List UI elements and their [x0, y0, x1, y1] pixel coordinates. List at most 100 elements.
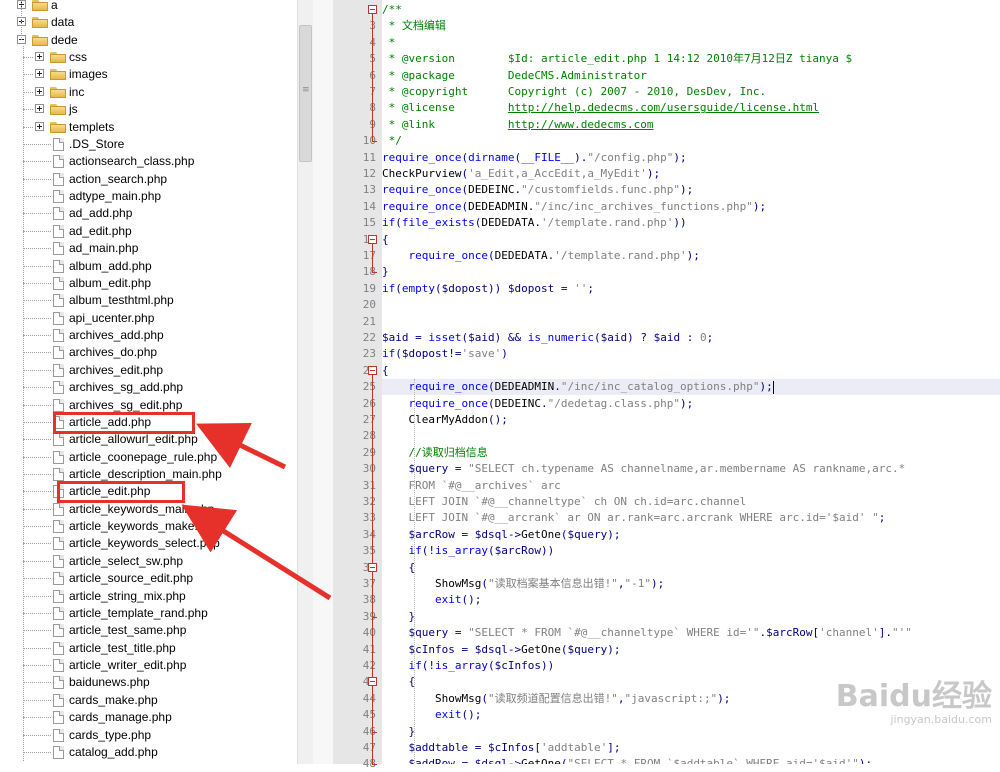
tree-scrollbar[interactable]: ≡: [297, 0, 313, 764]
code-line[interactable]: * @copyright Copyright (c) 2007 - 2010, …: [382, 84, 767, 100]
code-line[interactable]: {: [382, 363, 389, 379]
code-line[interactable]: $addRow = $dsql->GetOne("SELECT * FROM `…: [382, 756, 873, 764]
tree-folder-css[interactable]: css: [0, 49, 290, 66]
code-line[interactable]: $aid = isset($aid) && is_numeric($aid) ?…: [382, 330, 713, 346]
tree-item-data[interactable]: data: [0, 14, 290, 31]
code-line[interactable]: * @package DedeCMS.Administrator: [382, 68, 647, 84]
code-line[interactable]: ShowMsg("读取档案基本信息出错!","-1");: [382, 576, 664, 592]
code-line[interactable]: }: [382, 609, 415, 625]
tree-folder-templets[interactable]: templets: [0, 119, 290, 136]
tree-file-archives-sg-add-php[interactable]: archives_sg_add.php: [0, 379, 290, 396]
code-line[interactable]: if(empty($dopost)) $dopost = '';: [382, 281, 594, 297]
fold-toggle-icon[interactable]: [368, 5, 377, 14]
tree-file-article-keywords-main-php[interactable]: article_keywords_main.php: [0, 501, 290, 518]
tree-file-article-keywords-select-php[interactable]: article_keywords_select.php: [0, 535, 290, 552]
tree-file-article-test-same-php[interactable]: article_test_same.php: [0, 622, 290, 639]
code-line[interactable]: require_once(dirname(__FILE__)."/config.…: [382, 150, 687, 166]
code-line[interactable]: * 文档编辑: [382, 18, 446, 34]
tree-file-article-keywords-make-php[interactable]: article_keywords_make.php: [0, 518, 290, 535]
code-editor[interactable]: /** * 文档编辑 * * @version $Id: article_edi…: [382, 0, 1000, 764]
expand-icon[interactable]: [35, 69, 44, 79]
tree-file-article-writer-edit-php[interactable]: article_writer_edit.php: [0, 657, 290, 674]
code-line[interactable]: {: [382, 560, 415, 576]
expand-icon[interactable]: [35, 52, 44, 62]
tree-file-archives-sg-edit-php[interactable]: archives_sg_edit.php: [0, 397, 290, 414]
code-line[interactable]: * @license http://help.dedecms.com/users…: [382, 100, 820, 116]
tree-file-article-template-rand-php[interactable]: article_template_rand.php: [0, 605, 290, 622]
tree-file-archives-do-php[interactable]: archives_do.php: [0, 344, 290, 361]
code-line[interactable]: if(!is_array($arcRow)): [382, 543, 555, 559]
tree-item-dede[interactable]: dede: [0, 32, 290, 49]
code-line[interactable]: if(!is_array($cInfos)): [382, 658, 555, 674]
tree-file-api-ucenter-php[interactable]: api_ucenter.php: [0, 310, 290, 327]
code-line[interactable]: $addtable = $cInfos['addtable'];: [382, 740, 621, 756]
code-line[interactable]: FROM `#@__archives` arc: [382, 478, 560, 494]
file-tree[interactable]: a data dede css images inc js templets .DS_Store…: [0, 0, 297, 764]
tree-file-action-search-php[interactable]: action_search.php: [0, 171, 290, 188]
code-line[interactable]: LEFT JOIN `#@__channeltype` ch ON ch.id=…: [382, 494, 746, 510]
tree-file-catalog-add-php[interactable]: catalog_add.php: [0, 744, 290, 761]
fold-toggle-icon[interactable]: [368, 562, 377, 572]
code-line[interactable]: $query = "SELECT * FROM `#@__channeltype…: [382, 625, 912, 641]
code-line[interactable]: require_once(DEDEADMIN."/inc/inc_archive…: [382, 199, 766, 215]
tree-file-ad-add-php[interactable]: ad_add.php: [0, 205, 290, 222]
code-line[interactable]: ShowMsg("读取频道配置信息出错!","javascript:;");: [382, 691, 730, 707]
tree-file-album-edit-php[interactable]: album_edit.php: [0, 275, 290, 292]
fold-toggle-icon[interactable]: [368, 234, 377, 244]
tree-file-article-string-mix-php[interactable]: article_string_mix.php: [0, 588, 290, 605]
code-line[interactable]: */: [382, 133, 402, 149]
tree-folder-images[interactable]: images: [0, 66, 290, 83]
tree-file-article-source-edit-php[interactable]: article_source_edit.php: [0, 570, 290, 587]
code-line[interactable]: $cInfos = $dsql->GetOne($query);: [382, 642, 621, 658]
tree-file-cards-type-php[interactable]: cards_type.php: [0, 727, 290, 744]
tree-item-a[interactable]: a: [0, 0, 290, 14]
code-line[interactable]: exit();: [382, 592, 481, 608]
code-line[interactable]: }: [382, 724, 415, 740]
code-line[interactable]: //读取归档信息: [382, 445, 488, 461]
code-line[interactable]: exit();: [382, 707, 481, 723]
tree-file-article-test-title-php[interactable]: article_test_title.php: [0, 640, 290, 657]
code-line[interactable]: if(file_exists(DEDEDATA.'/template.rand.…: [382, 215, 687, 231]
fold-toggle-icon[interactable]: [368, 677, 377, 687]
tree-file-baidunews-php[interactable]: baidunews.php: [0, 674, 290, 691]
tree-file-cards-manage-php[interactable]: cards_manage.php: [0, 709, 290, 726]
tree-folder-inc[interactable]: inc: [0, 84, 290, 101]
tree-file-adtype-main-php[interactable]: adtype_main.php: [0, 188, 290, 205]
expand-icon[interactable]: [35, 86, 44, 96]
expand-icon[interactable]: [35, 121, 44, 131]
code-line[interactable]: * @link http://www.dedecms.com: [382, 117, 654, 133]
tree-scrollbar-thumb[interactable]: ≡: [299, 25, 312, 162]
tree-file-article-coonepage-rule-php[interactable]: article_coonepage_rule.php: [0, 449, 290, 466]
tree-file-album-add-php[interactable]: album_add.php: [0, 258, 290, 275]
tree-folder-js[interactable]: js: [0, 101, 290, 118]
tree-file-article-select-sw-php[interactable]: article_select_sw.php: [0, 553, 290, 570]
code-line[interactable]: /**: [382, 2, 402, 18]
code-line[interactable]: {: [382, 232, 389, 248]
code-line[interactable]: if($dopost!='save'): [382, 346, 508, 362]
tree-file-ad-main-php[interactable]: ad_main.php: [0, 240, 290, 257]
expand-icon[interactable]: [35, 104, 44, 114]
code-line[interactable]: CheckPurview('a_Edit,a_AccEdit,a_MyEdit'…: [382, 166, 660, 182]
code-line[interactable]: require_once(DEDEINC."/customfields.func…: [382, 182, 693, 198]
tree-file-cards-make-php[interactable]: cards_make.php: [0, 692, 290, 709]
tree-file-album-testhtml-php[interactable]: album_testhtml.php: [0, 292, 290, 309]
tree-file-archives-edit-php[interactable]: archives_edit.php: [0, 362, 290, 379]
code-line[interactable]: {: [382, 674, 415, 690]
pane-splitter[interactable]: [313, 0, 333, 764]
tree-file-actionsearch-class-php[interactable]: actionsearch_class.php: [0, 153, 290, 170]
code-line[interactable]: $query = "SELECT ch.typename AS channeln…: [382, 461, 906, 477]
code-line[interactable]: LEFT JOIN `#@__arcrank` ar ON ar.rank=ar…: [382, 510, 885, 526]
code-line[interactable]: require_once(DEDEDATA.'/template.rand.ph…: [382, 248, 700, 264]
code-line[interactable]: ClearMyAddon();: [382, 412, 508, 428]
code-line[interactable]: $arcRow = $dsql->GetOne($query);: [382, 527, 621, 543]
code-line[interactable]: * @version $Id: article_edit.php 1 14:12…: [382, 51, 852, 67]
fold-toggle-icon[interactable]: [368, 365, 377, 375]
code-line[interactable]: require_once(DEDEINC."/dedetag.class.php…: [382, 396, 694, 412]
tree-file-ad-edit-php[interactable]: ad_edit.php: [0, 223, 290, 240]
code-line[interactable]: }: [382, 264, 389, 280]
tree-file--DS-Store[interactable]: .DS_Store: [0, 136, 290, 153]
code-line[interactable]: *: [382, 35, 396, 51]
code-line[interactable]: require_once(DEDEADMIN."/inc/inc_catalog…: [382, 379, 1000, 396]
tree-file-archives-add-php[interactable]: archives_add.php: [0, 327, 290, 344]
